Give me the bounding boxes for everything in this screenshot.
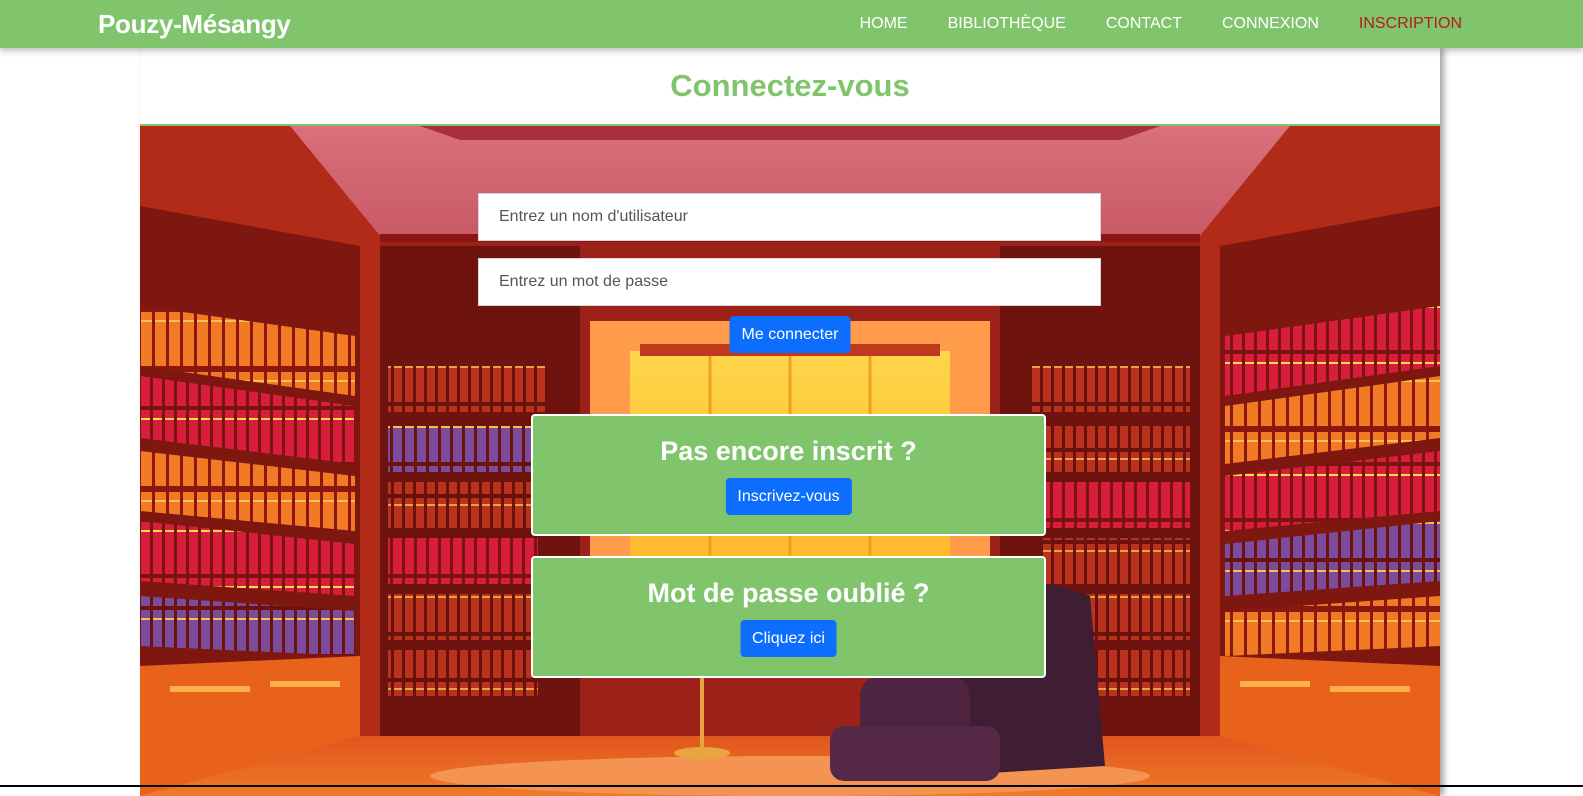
forgot-password-title: Mot de passe oublié ?	[647, 578, 930, 608]
nav-login[interactable]: CONNEXION	[1222, 15, 1319, 33]
nav-library[interactable]: BIBLIOTHÈQUE	[948, 15, 1066, 33]
forgot-password-button[interactable]: Cliquez ici	[740, 620, 837, 657]
page-title: Connectez-vous	[140, 48, 1440, 126]
signup-card: Pas encore inscrit ? Inscrivez-vous	[531, 414, 1046, 536]
password-input[interactable]	[478, 258, 1101, 306]
login-button[interactable]: Me connecter	[729, 316, 851, 353]
library-background-illustration: Me connecter Pas encore inscrit ? Inscri…	[140, 126, 1440, 796]
main-container: Connectez-vous Entrez un nom d'utilisate…	[140, 48, 1440, 796]
bottom-divider	[0, 785, 1583, 787]
nav-contact[interactable]: CONTACT	[1106, 15, 1182, 33]
forgot-password-card: Mot de passe oublié ? Cliquez ici	[531, 556, 1046, 678]
nav-signup[interactable]: INSCRIPTION	[1359, 15, 1462, 33]
username-input[interactable]	[478, 193, 1101, 241]
site-brand[interactable]: Pouzy-Mésangy	[98, 9, 291, 40]
top-navbar: Pouzy-Mésangy HOME BIBLIOTHÈQUE CONTACT …	[0, 0, 1583, 48]
signup-button[interactable]: Inscrivez-vous	[725, 478, 852, 515]
nav-home[interactable]: HOME	[860, 15, 908, 33]
signup-card-title: Pas encore inscrit ?	[660, 436, 917, 466]
nav-menu: HOME BIBLIOTHÈQUE CONTACT CONNEXION INSC…	[820, 0, 1462, 48]
